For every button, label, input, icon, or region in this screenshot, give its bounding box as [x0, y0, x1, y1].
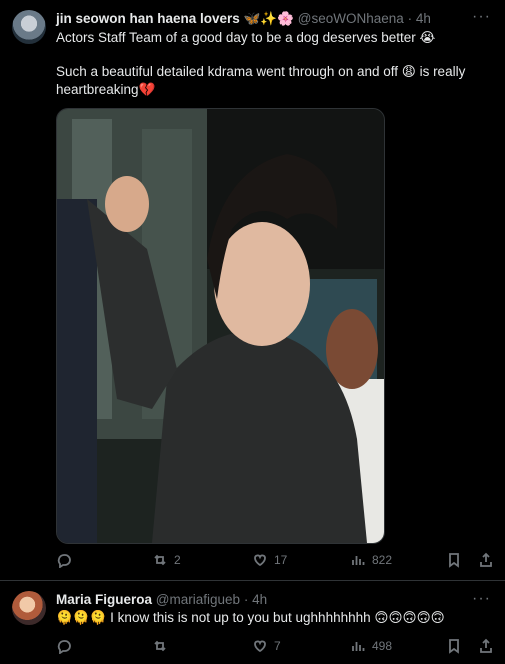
retweet-count: 2 — [174, 553, 181, 567]
heart-icon — [254, 554, 266, 567]
timestamp[interactable]: 4h — [416, 11, 431, 26]
author-handle[interactable]: @seoWONhaena — [298, 11, 404, 26]
views-count: 822 — [372, 553, 393, 567]
tweet-actions: 7 498 — [56, 638, 496, 658]
timestamp[interactable]: 4h — [252, 592, 267, 607]
views-button[interactable]: 498 — [350, 638, 392, 654]
tweet-text-line2: Such a beautiful detailed kdrama went th… — [56, 64, 466, 97]
bookmark-icon — [449, 553, 459, 568]
like-button[interactable]: 7 — [252, 638, 281, 654]
tweet-header: jin seowon han haena lovers 🦋✨🌸 @seoWONh… — [56, 10, 431, 28]
bookmark-button[interactable] — [446, 552, 462, 568]
tweet-text: 🫠🫠🫠 I know this is not up to you but ugh… — [56, 610, 445, 625]
like-button[interactable]: 17 — [252, 552, 287, 568]
like-count: 7 — [274, 639, 281, 653]
tweet-photo[interactable] — [56, 108, 385, 544]
bookmark-button[interactable] — [446, 638, 462, 654]
tweet-header: Maria Figueroa @mariafigueb · 4h — [56, 591, 267, 609]
name-emojis: 🦋✨🌸 — [243, 11, 295, 26]
more-options-icon[interactable]: ··· — [472, 590, 491, 608]
separator: · — [407, 11, 413, 26]
author-handle[interactable]: @mariafigueb — [156, 592, 240, 607]
share-button[interactable] — [478, 638, 494, 654]
retweet-button[interactable] — [152, 638, 168, 654]
share-icon — [480, 638, 492, 653]
share-icon — [480, 552, 492, 567]
more-options-icon[interactable]: ··· — [472, 8, 491, 26]
tweet-1[interactable]: jin seowon han haena lovers 🦋✨🌸 @seoWONh… — [0, 0, 505, 581]
tweet-text-line1: Actors Staff Team of a good day to be a … — [56, 30, 436, 45]
views-icon — [352, 556, 365, 565]
like-count: 17 — [274, 553, 288, 567]
reply-button[interactable] — [56, 638, 72, 654]
bookmark-icon — [449, 639, 459, 654]
separator: · — [243, 592, 249, 607]
reply-button[interactable] — [56, 552, 72, 568]
author-name[interactable]: jin seowon han haena lovers — [56, 11, 240, 26]
reply-icon — [57, 554, 71, 568]
reply-icon — [57, 640, 71, 654]
retweet-icon — [154, 640, 166, 652]
views-button[interactable]: 822 — [350, 552, 392, 568]
tweet-actions: 2 17 822 — [56, 552, 496, 572]
avatar[interactable] — [12, 591, 46, 625]
share-button[interactable] — [478, 552, 494, 568]
photo-illustration — [57, 109, 384, 543]
avatar[interactable] — [12, 10, 46, 44]
heart-icon — [254, 640, 266, 653]
retweet-button[interactable]: 2 — [152, 552, 181, 568]
views-count: 498 — [372, 639, 393, 653]
views-icon — [352, 642, 365, 651]
author-name[interactable]: Maria Figueroa — [56, 592, 152, 607]
retweet-icon — [154, 554, 166, 566]
